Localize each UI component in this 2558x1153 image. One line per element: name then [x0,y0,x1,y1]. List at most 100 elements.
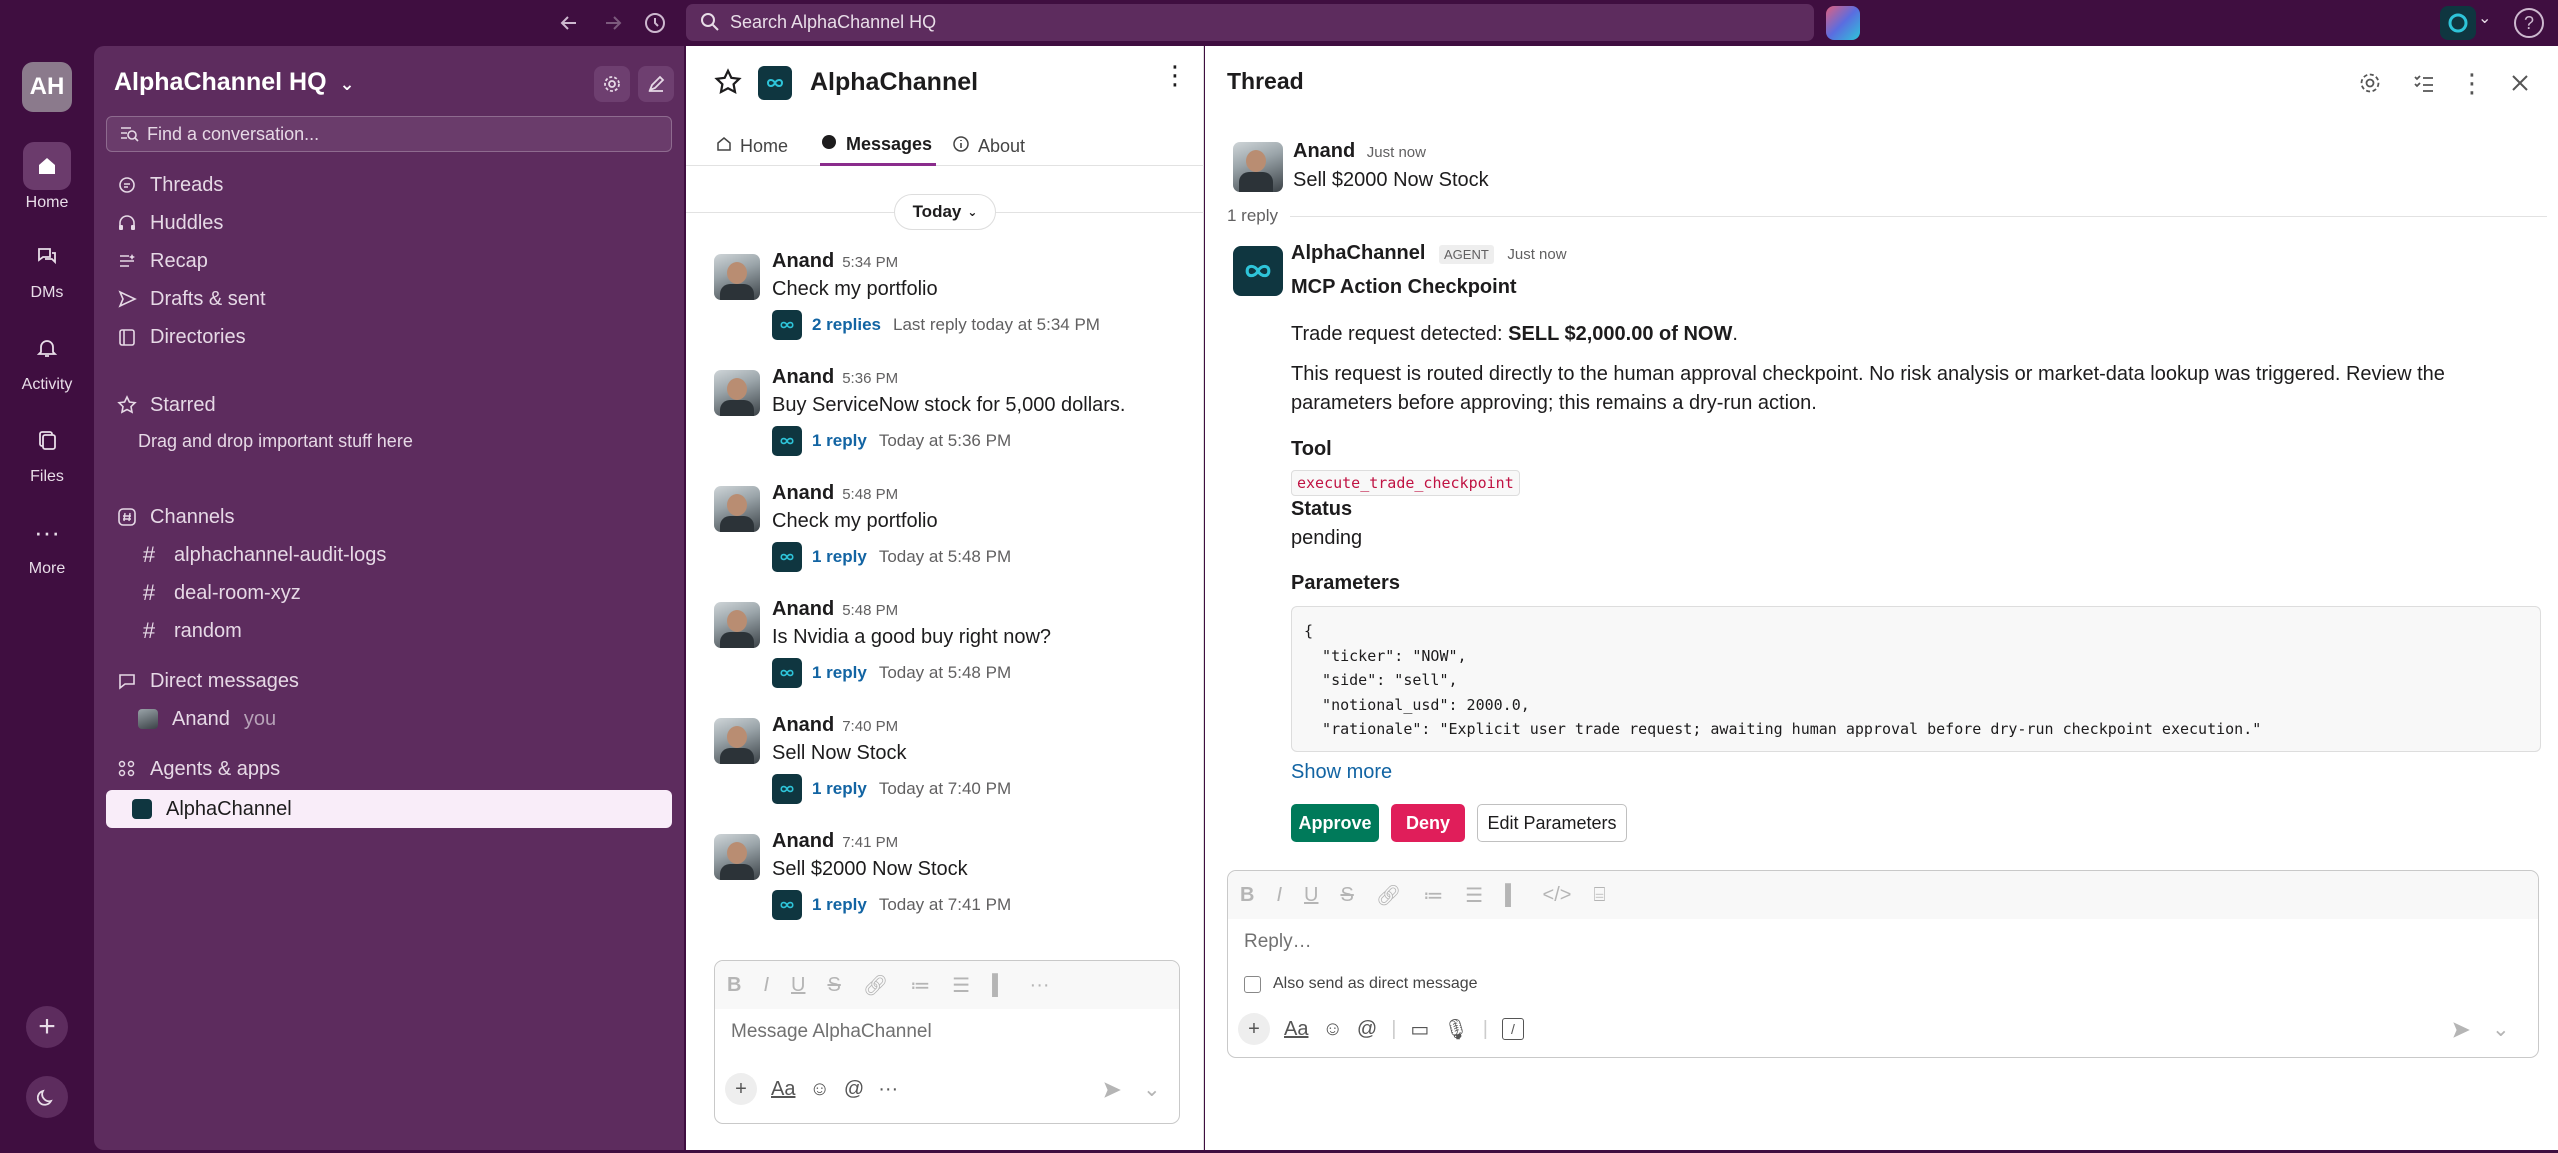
sidebar-section-dms[interactable]: Direct messages [116,664,299,698]
user-avatar[interactable] [714,370,760,416]
message-author[interactable]: Anand [772,482,834,504]
message-author[interactable]: Anand [772,830,834,852]
sidebar-item-directories[interactable]: Directories [116,320,246,354]
send-icon[interactable] [2450,1019,2472,1047]
rail-item-home[interactable]: Home [0,142,94,212]
message-author[interactable]: Anand [1293,140,1355,162]
underline-icon[interactable]: U [791,974,805,997]
slash-command-icon[interactable]: / [1501,1018,1524,1040]
rail-item-activity[interactable]: Activity [0,324,94,394]
mention-icon[interactable]: @ [1357,1018,1377,1041]
more-icon[interactable]: ··· [878,1078,898,1101]
rail-item-dms[interactable]: DMs [0,232,94,302]
message-composer[interactable]: B I U S 🔗︎ ≔ ☰ ▍ ··· Message AlphaChanne… [714,960,1180,1124]
message-author[interactable]: Anand [772,598,834,620]
blockquote-icon[interactable]: ▍ [1505,883,1520,908]
message-item[interactable]: Anand 5:34 PM Check my portfolio 2 replie… [714,250,1194,354]
reply-count-link[interactable]: 1 reply [812,547,867,567]
code-icon[interactable]: </> [1543,884,1572,907]
message-author[interactable]: Anand [772,366,834,388]
sidebar-item-threads[interactable]: Threads [116,168,223,202]
rail-item-more[interactable]: ··· More [0,508,94,578]
thread-replies[interactable]: 1 reply Today at 5:48 PM [772,542,1011,572]
close-icon[interactable] [2505,68,2535,98]
message-time[interactable]: Just now [1507,246,1566,263]
reply-composer[interactable]: B I U S 🔗︎ ≔ ☰ ▍ </> ⌸ Reply… Also send … [1227,870,2539,1058]
link-icon[interactable]: 🔗︎ [1376,883,1401,908]
italic-icon[interactable]: I [1276,884,1282,907]
tab-about[interactable]: About [952,126,1025,166]
history-clock-icon[interactable] [638,6,672,40]
user-avatar[interactable] [714,602,760,648]
emoji-icon[interactable]: ☺ [1322,1018,1342,1041]
bulleted-list-icon[interactable]: ☰ [1465,883,1483,908]
channel-item[interactable]: # random [138,614,242,648]
user-avatar[interactable] [714,718,760,764]
sidebar-item-alphachannel[interactable]: AlphaChannel [106,790,672,828]
back-arrow-icon[interactable] [552,6,586,40]
add-icon[interactable]: + [26,1006,68,1048]
tab-home[interactable]: Home [716,126,788,166]
approve-button[interactable]: Approve [1291,804,1379,842]
sidebar-section-starred[interactable]: Starred [116,388,216,422]
message-time[interactable]: 5:48 PM [842,486,898,503]
rail-item-files[interactable]: Files [0,416,94,486]
settings-gear-icon[interactable] [2355,68,2385,98]
link-icon[interactable]: 🔗︎ [863,973,888,998]
message-time[interactable]: 5:34 PM [842,254,898,271]
user-avatar[interactable] [714,486,760,532]
send-icon[interactable] [1101,1079,1123,1107]
help-icon[interactable]: ? [2514,8,2544,38]
message-item[interactable]: Anand 7:40 PM Sell Now Stock 1 reply Toda… [714,714,1194,818]
reply-count-link[interactable]: 1 reply [812,663,867,683]
moon-icon[interactable] [26,1076,68,1118]
chevron-down-icon[interactable]: ⌄ [2478,8,2491,28]
checkbox[interactable] [1244,975,1261,993]
show-more-link[interactable]: Show more [1291,758,1392,787]
emoji-icon[interactable]: ☺ [809,1078,829,1101]
deny-button[interactable]: Deny [1391,804,1465,842]
message-item[interactable]: Anand 5:48 PM Check my portfolio 1 reply … [714,482,1194,586]
message-time[interactable]: 5:36 PM [842,370,898,387]
kebab-menu-icon[interactable]: ⋮ [2457,68,2487,98]
app-launcher-icon[interactable] [1826,6,1860,40]
thread-replies[interactable]: 1 reply Today at 7:40 PM [772,774,1011,804]
forward-arrow-icon[interactable] [596,6,630,40]
message-time[interactable]: 5:48 PM [842,602,898,619]
bulleted-list-icon[interactable]: ☰ [952,973,970,998]
sidebar-section-apps[interactable]: Agents & apps [116,752,280,786]
star-icon[interactable] [714,68,742,102]
plus-icon[interactable]: + [725,1073,757,1105]
thread-replies[interactable]: 2 replies Last reply today at 5:34 PM [772,310,1100,340]
search-input[interactable]: Search AlphaChannel HQ [686,4,1814,41]
thread-replies[interactable]: 1 reply Today at 5:48 PM [772,658,1011,688]
message-item[interactable]: Anand 7:41 PM Sell $2000 Now Stock 1 repl… [714,830,1194,934]
message-time[interactable]: 7:40 PM [842,718,898,735]
edit-parameters-button[interactable]: Edit Parameters [1477,804,1627,842]
mention-icon[interactable]: @ [844,1078,864,1101]
date-pill[interactable]: Today ⌄ [894,194,996,230]
sidebar-item-recap[interactable]: Recap [116,244,208,278]
reply-count-link[interactable]: 2 replies [812,315,881,335]
message-author[interactable]: Anand [772,714,834,736]
strikethrough-icon[interactable]: S [1340,884,1353,907]
chevron-down-icon[interactable]: ⌄ [1143,1077,1161,1102]
also-send-option[interactable]: Also send as direct message [1244,975,1478,993]
kebab-menu-icon[interactable]: ⋮ [1162,62,1188,88]
sidebar-item-drafts[interactable]: Drafts & sent [116,282,266,316]
video-icon[interactable]: ▭ [1410,1017,1429,1042]
tab-messages[interactable]: Messages [820,126,937,166]
reply-count-link[interactable]: 1 reply [812,431,867,451]
message-item[interactable]: Anand 5:36 PM Buy ServiceNow stock for 5,… [714,366,1194,470]
checklist-icon[interactable] [2409,68,2439,98]
code-block-icon[interactable]: ⌸ [1593,884,1605,907]
channel-item[interactable]: # alphachannel-audit-logs [138,538,387,572]
thread-replies[interactable]: 1 reply Today at 5:36 PM [772,426,1011,456]
dm-item[interactable]: Anand you [138,702,276,736]
alphachannel-avatar[interactable] [1233,246,1283,296]
bold-icon[interactable]: B [727,974,741,997]
chevron-down-icon[interactable]: ⌄ [2492,1017,2510,1042]
numbered-list-icon[interactable]: ≔ [910,973,930,998]
message-time[interactable]: 7:41 PM [842,834,898,851]
message-time[interactable]: Just now [1367,144,1426,161]
